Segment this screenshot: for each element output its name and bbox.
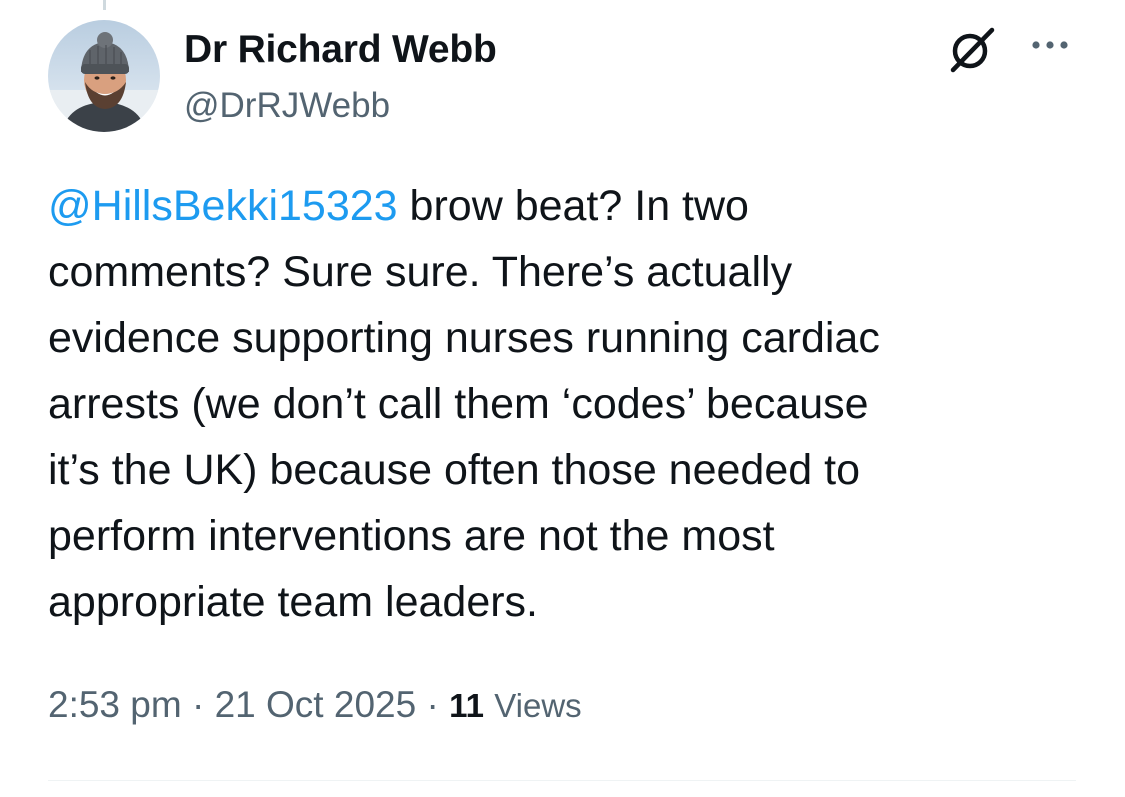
mention-link[interactable]: @HillsBekki15323 (48, 182, 398, 230)
tweet-line-4: arrests (we don’t call them ‘codes’ beca… (48, 380, 869, 428)
more-options-icon[interactable] (1028, 28, 1072, 64)
avatar[interactable] (48, 20, 160, 132)
grok-icon[interactable] (944, 26, 1000, 74)
tweet-line-7: appropriate team leaders. (48, 578, 539, 626)
tweet-meta: 2:53 pm · 21 Oct 2025 · 11 Views (48, 684, 582, 726)
tweet-line-5: it’s the UK) because often those needed … (48, 446, 860, 494)
author-display-name[interactable]: Dr Richard Webb (184, 28, 497, 72)
tweet-time[interactable]: 2:53 pm (48, 684, 182, 725)
tweet-detail: Dr Richard Webb @DrRJWebb @HillsBekki153… (0, 0, 1125, 797)
tweet-line-6: perform interventions are not the most (48, 512, 775, 560)
meta-separator: · (191, 684, 205, 725)
divider (48, 780, 1076, 781)
meta-separator-2: · (426, 684, 439, 725)
author-handle[interactable]: @DrRJWebb (184, 86, 390, 126)
thread-connector-line (103, 0, 106, 10)
tweet-line-1-text: brow beat? In two (397, 182, 749, 230)
tweet-date[interactable]: 21 Oct 2025 (215, 684, 417, 725)
tweet-body: @HillsBekki15323 brow beat? In two comme… (48, 173, 1088, 635)
tweet-line-1: @HillsBekki15323 brow beat? In two (48, 173, 1088, 239)
avatar-photo (48, 20, 160, 132)
views-label[interactable]: Views (494, 687, 581, 724)
views-count[interactable]: 11 (449, 687, 484, 724)
tweet-line-2: comments? Sure sure. There’s actually (48, 248, 793, 296)
tweet-line-3: evidence supporting nurses running cardi… (48, 314, 880, 362)
